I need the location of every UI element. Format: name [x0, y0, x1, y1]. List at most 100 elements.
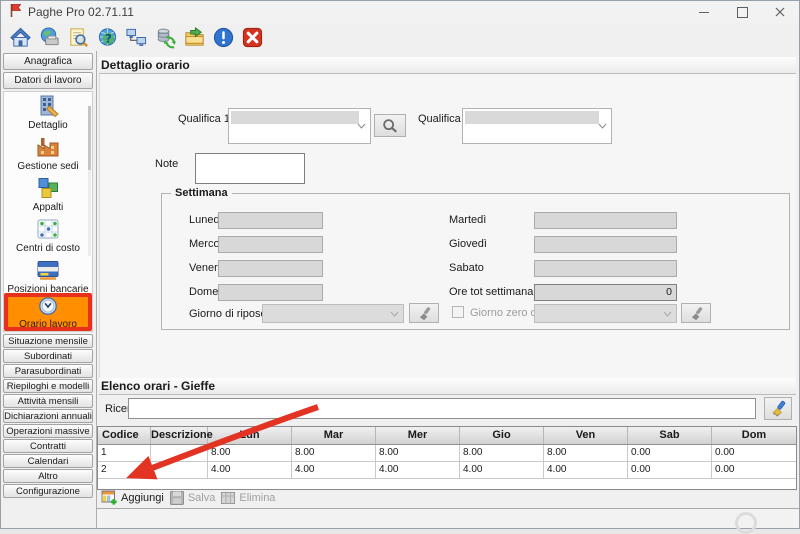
database-sync-button[interactable] [152, 24, 179, 50]
sidebar-item-gestione-sedi[interactable]: Gestione sedi [4, 134, 92, 172]
giovedi-field [534, 236, 677, 253]
column-header[interactable]: Codice [98, 427, 151, 444]
table-cell[interactable]: 0.00 [712, 445, 796, 461]
domenica-field [218, 284, 323, 301]
column-header[interactable]: Mer [376, 427, 460, 444]
sidebar-section-anagrafica[interactable]: Anagrafica [3, 53, 93, 70]
sabato-label: Sabato [449, 262, 484, 275]
folder-import-button[interactable] [181, 24, 208, 50]
table-cell[interactable]: 8.00 [460, 445, 544, 461]
sidebar-section-dichiarazioni-annuali[interactable]: Dichiarazioni annuali [3, 409, 93, 423]
table-row[interactable]: 2 4.00 4.00 4.00 4.00 4.00 0.00 0.00 [98, 462, 796, 479]
table-cell[interactable]: 0.00 [628, 462, 712, 478]
sidebar-item-label: Orario lavoro [8, 319, 88, 330]
table-cell[interactable]: 1 [98, 445, 151, 461]
save-disk-icon [169, 490, 185, 506]
elimina-button[interactable]: Elimina [220, 490, 275, 506]
salva-button[interactable]: Salva [169, 490, 216, 506]
info-button[interactable] [210, 24, 237, 50]
clock-icon [37, 297, 59, 317]
table-cell[interactable] [151, 445, 208, 461]
maximize-button[interactable] [723, 1, 761, 23]
qualifica2-combobox[interactable] [462, 108, 612, 144]
sidebar-section-riepiloghi-e-modelli[interactable]: Riepiloghi e modelli [3, 379, 93, 393]
table-cell[interactable]: 4.00 [208, 462, 292, 478]
home-icon [9, 26, 32, 49]
folder-import-icon [183, 26, 206, 49]
giorno-di-riposo-combobox[interactable] [262, 304, 404, 323]
add-table-icon [101, 489, 118, 506]
sidebar-section-situazione-mensile[interactable]: Situazione mensile [3, 334, 93, 348]
column-header[interactable]: Descrizione [151, 427, 208, 444]
elimina-label: Elimina [239, 492, 275, 504]
close-button[interactable] [761, 1, 799, 23]
sidebar-item-dettaglio[interactable]: Dettaglio [4, 93, 92, 131]
table-cell[interactable]: 8.00 [292, 445, 376, 461]
table-cell[interactable] [151, 462, 208, 478]
sidebar-item-label: Dettaglio [4, 120, 92, 131]
network-button[interactable] [123, 24, 150, 50]
giorno-zero-ore-checkbox[interactable] [452, 306, 464, 318]
martedi-field [534, 212, 677, 229]
minimize-button[interactable] [685, 1, 723, 23]
sidebar-section-configurazione[interactable]: Configurazione [3, 484, 93, 498]
column-header[interactable]: Gio [460, 427, 544, 444]
table-cell[interactable]: 8.00 [544, 445, 628, 461]
network-icon [125, 26, 148, 49]
sidebar-section-attivita-mensili[interactable]: Attività mensili [3, 394, 93, 408]
table-cell[interactable]: 4.00 [292, 462, 376, 478]
home-button[interactable] [7, 24, 34, 50]
giorno-di-riposo-label: Giorno di riposo [189, 308, 267, 321]
column-header[interactable]: Ven [544, 427, 628, 444]
sidebar-item-centri-di-costo[interactable]: Centri di costo [4, 216, 92, 254]
sidebar-item-label: Gestione sedi [4, 161, 92, 172]
sidebar-section-parasubordinati[interactable]: Parasubordinati [3, 364, 93, 378]
delete-table-icon [220, 490, 236, 506]
table-cell[interactable]: 8.00 [376, 445, 460, 461]
giorno-zero-ore-clear-button[interactable] [681, 303, 711, 323]
sidebar-item-orario-lavoro-active[interactable]: Orario lavoro [4, 293, 92, 331]
sidebar-section-operazioni-massive[interactable]: Operazioni massive [3, 424, 93, 438]
table-cell[interactable]: 8.00 [208, 445, 292, 461]
table-cell[interactable]: 0.00 [712, 462, 796, 478]
info-icon [212, 26, 235, 49]
sidebar-section-calendari[interactable]: Calendari [3, 454, 93, 468]
exit-button[interactable] [239, 24, 266, 50]
table-row[interactable]: 1 8.00 8.00 8.00 8.00 8.00 0.00 0.00 [98, 445, 796, 462]
column-header[interactable]: Dom [712, 427, 796, 444]
table-cell[interactable]: 0.00 [628, 445, 712, 461]
sidebar-section-altro[interactable]: Altro [3, 469, 93, 483]
sidebar: Anagrafica Datori di lavoro Dettaglio Ge… [1, 51, 96, 528]
broom-icon [770, 400, 787, 417]
web-help-button[interactable]: ? [94, 24, 121, 50]
column-header[interactable]: Sab [628, 427, 712, 444]
globe-print-icon [38, 26, 61, 49]
ricerca-input[interactable] [128, 398, 756, 419]
sidebar-section-contratti[interactable]: Contratti [3, 439, 93, 453]
orari-table: Codice Descrizione Lun Mar Mer Gio Ven S… [97, 426, 797, 490]
document-search-button[interactable] [65, 24, 92, 50]
table-cell[interactable]: 4.00 [376, 462, 460, 478]
giorno-di-riposo-clear-button[interactable] [409, 303, 439, 323]
table-cell[interactable]: 2 [98, 462, 151, 478]
sidebar-section-subordinati[interactable]: Subordinati [3, 349, 93, 363]
globe-print-button[interactable] [36, 24, 63, 50]
sidebar-item-appalti[interactable]: Appalti [4, 175, 92, 213]
sidebar-item-posizioni-bancarie[interactable]: Posizioni bancarie [4, 257, 92, 295]
ricerca-clear-button[interactable] [764, 397, 792, 420]
aggiungi-button[interactable]: Aggiungi [101, 489, 164, 506]
qualifica1-search-button[interactable] [374, 114, 406, 137]
qualifica2-selection [465, 111, 599, 124]
sidebar-section-datori-di-lavoro[interactable]: Datori di lavoro [3, 72, 93, 89]
column-header[interactable]: Mar [292, 427, 376, 444]
note-textarea[interactable] [195, 153, 305, 184]
qualifica1-selection [231, 111, 359, 124]
sidebar-scrollbar[interactable] [88, 106, 91, 256]
table-header-row: Codice Descrizione Lun Mar Mer Gio Ven S… [98, 427, 796, 445]
record-action-bar: Aggiungi Salva Elimina [101, 489, 275, 506]
table-cell[interactable]: 4.00 [460, 462, 544, 478]
qualifica1-combobox[interactable] [228, 108, 371, 144]
table-cell[interactable]: 4.00 [544, 462, 628, 478]
column-header[interactable]: Lun [208, 427, 292, 444]
giorno-zero-ore-combobox[interactable] [534, 304, 677, 323]
